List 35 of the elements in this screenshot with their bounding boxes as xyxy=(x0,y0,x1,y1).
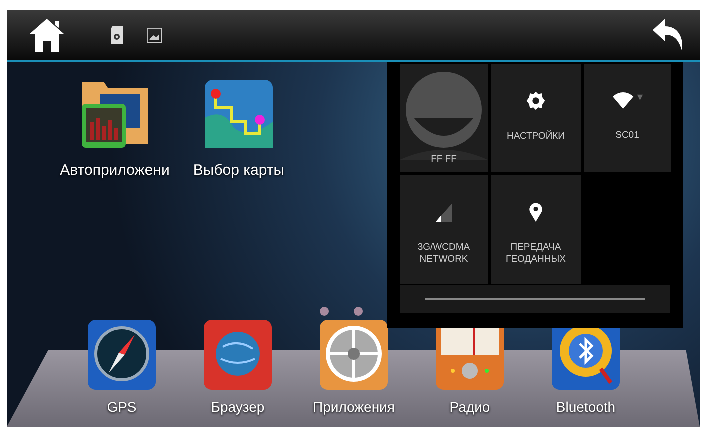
app-shortcut[interactable]: Выбор карты xyxy=(189,78,289,179)
avatar-icon xyxy=(400,70,488,160)
dock-app[interactable]: Браузер xyxy=(203,319,273,415)
app-shortcut[interactable]: Автоприложени xyxy=(55,78,175,179)
app-label: Bluetooth xyxy=(556,399,616,415)
app-label: Выбор карты xyxy=(193,162,285,179)
tile-label: 3G/WCDMA NETWORK xyxy=(416,242,472,266)
app-label: Автоприложени xyxy=(60,162,170,179)
quick-settings-tile[interactable]: 3G/WCDMA NETWORK xyxy=(400,175,488,284)
quick-settings-tile[interactable]: ПЕРЕДАЧА ГЕОДАННЫХ xyxy=(491,175,581,284)
page-indicator-icon xyxy=(354,307,363,316)
brightness-slider[interactable] xyxy=(400,285,670,313)
quick-settings-tile[interactable]: FF FF xyxy=(400,64,488,172)
dock-app[interactable]: GPS xyxy=(87,319,157,415)
signal-icon xyxy=(434,202,454,222)
settings-icon xyxy=(526,91,546,111)
apps-icon xyxy=(319,319,389,391)
sd-card-icon xyxy=(111,26,123,44)
tile-label: НАСТРОЙКИ xyxy=(506,131,566,143)
globe-icon xyxy=(203,319,273,391)
tile-label: FF FF xyxy=(431,154,457,166)
tile-label: ПЕРЕДАЧА ГЕОДАННЫХ xyxy=(505,242,567,266)
image-icon xyxy=(147,28,162,42)
compass-icon xyxy=(87,319,157,391)
app-label: Браузер xyxy=(211,399,265,415)
tile-label: SC01 xyxy=(616,130,640,142)
app-label: Приложения xyxy=(313,399,395,415)
map-icon xyxy=(204,78,274,150)
home-icon[interactable] xyxy=(29,18,65,52)
quick-settings-tile[interactable]: SC01 xyxy=(584,64,671,172)
quick-settings-tile[interactable]: НАСТРОЙКИ xyxy=(491,64,581,172)
app-label: Радио xyxy=(450,399,490,415)
app-label: GPS xyxy=(107,399,137,415)
wifi-icon xyxy=(612,91,644,110)
page-indicator-icon xyxy=(320,307,329,316)
